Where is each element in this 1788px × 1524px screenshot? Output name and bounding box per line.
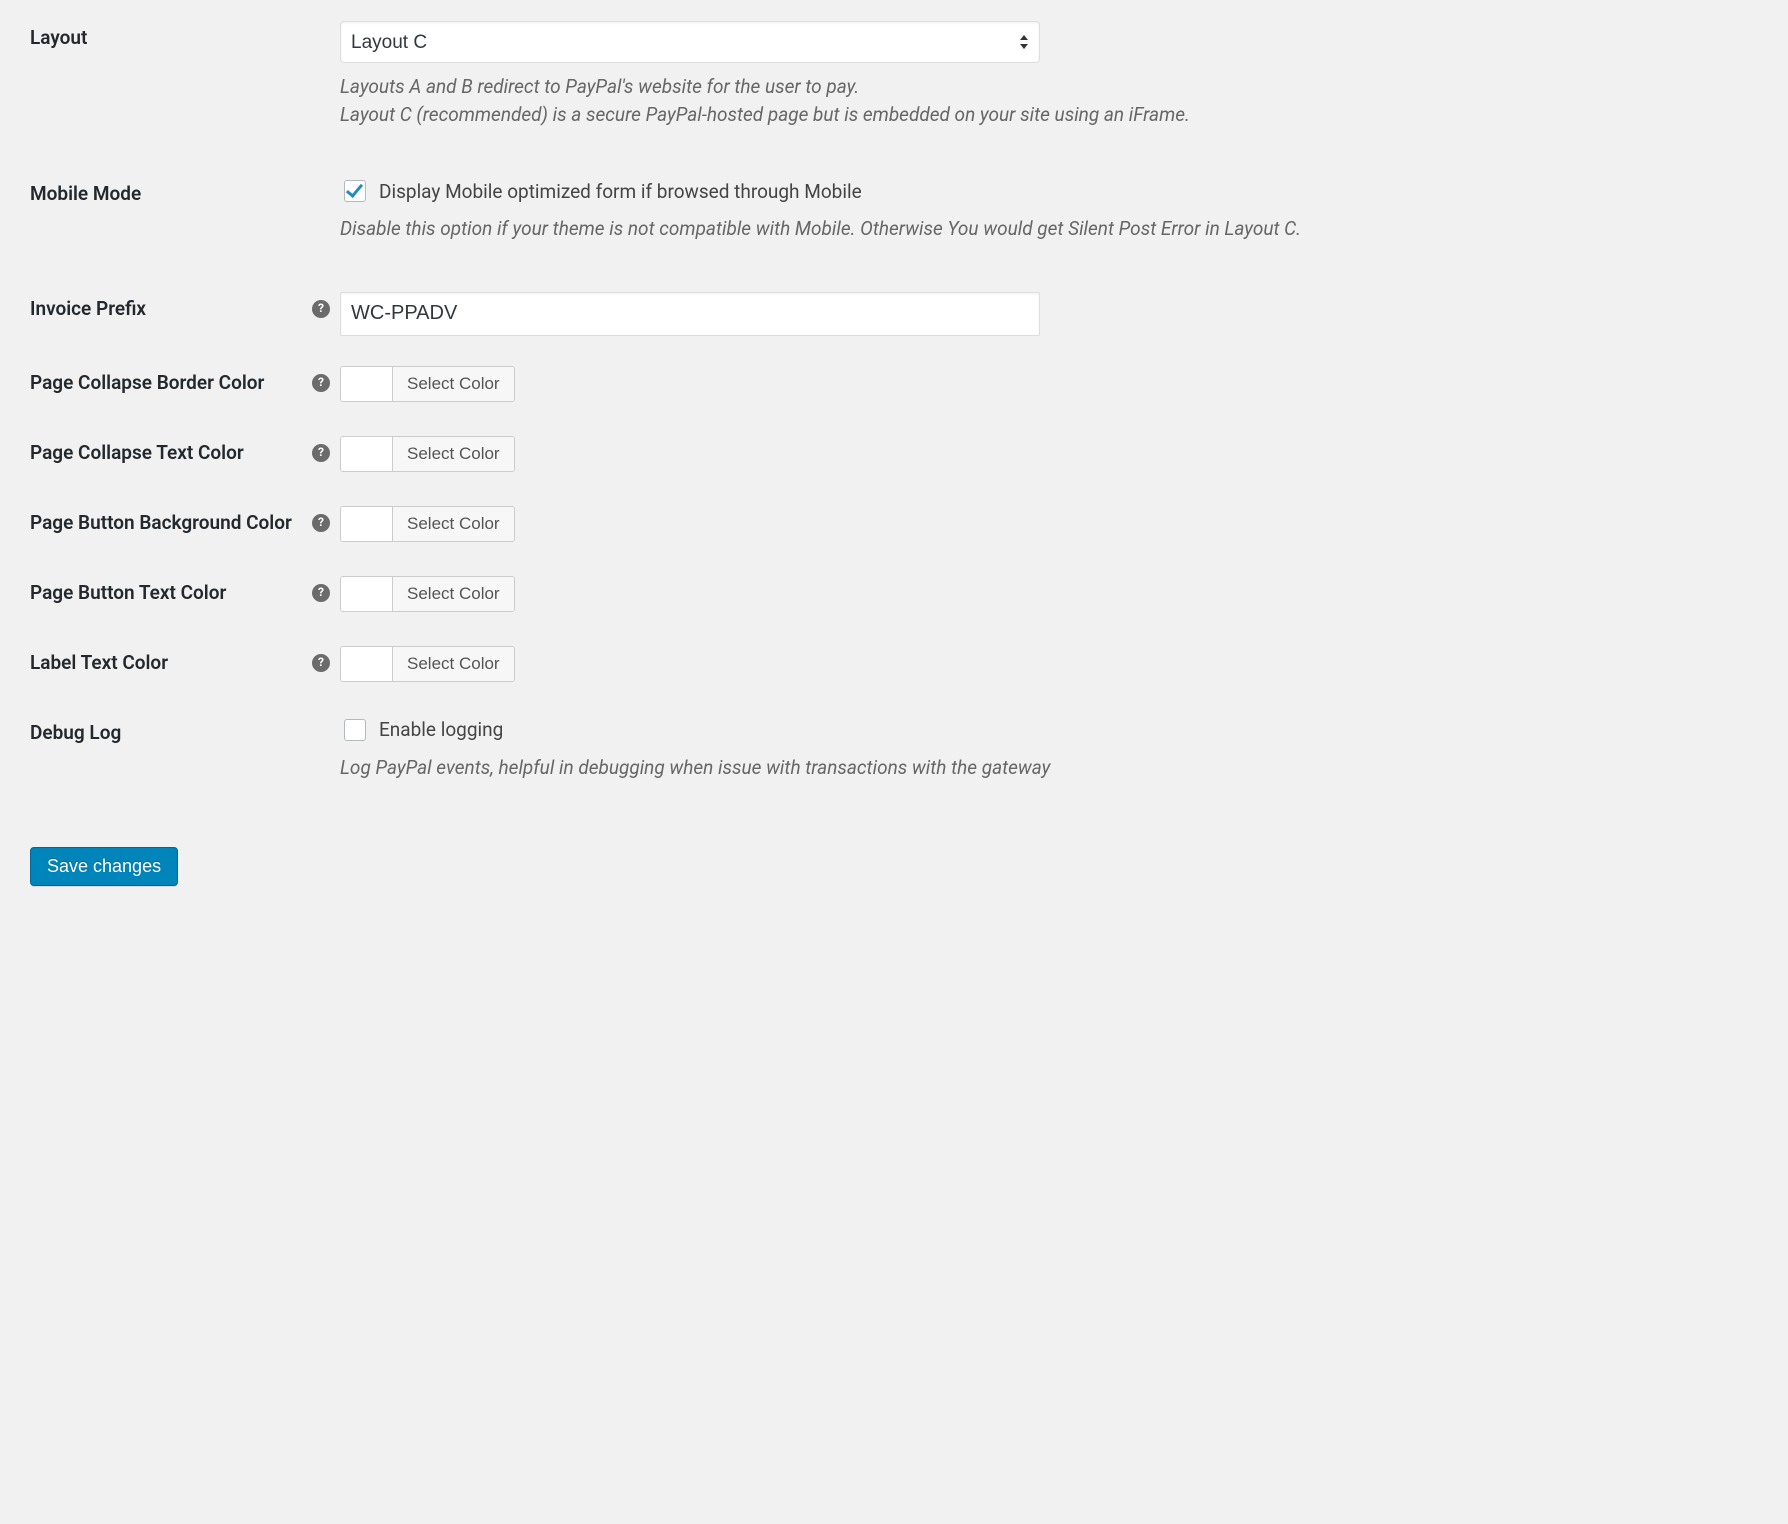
color-swatch[interactable]	[341, 507, 393, 541]
color-picker[interactable]: Select Color	[340, 366, 515, 402]
help-icon[interactable]: ?	[312, 300, 330, 318]
help-icon[interactable]: ?	[312, 374, 330, 392]
invoice-prefix-label: Invoice Prefix	[30, 297, 304, 322]
select-color-button[interactable]: Select Color	[393, 647, 514, 681]
layout-select[interactable]: Layout C	[340, 21, 1040, 63]
help-icon[interactable]: ?	[312, 584, 330, 602]
invoice-prefix-input[interactable]	[340, 292, 1040, 336]
mobile-mode-checkbox-label: Display Mobile optimized form if browsed…	[379, 180, 862, 203]
page-collapse-text-color-label: Page Collapse Text Color	[30, 441, 304, 466]
label-text-color-label: Label Text Color	[30, 651, 304, 676]
settings-form: Layout Layout C Layouts A and B redirect…	[0, 0, 1788, 926]
mobile-mode-description: Disable this option if your theme is not…	[340, 215, 1440, 243]
row-debug-log: Debug Log Enable logging Log PayPal even…	[30, 701, 1758, 816]
color-picker[interactable]: Select Color	[340, 506, 515, 542]
row-page-button-text-color: Page Button Text Color ? Select Color	[30, 561, 1758, 631]
help-icon[interactable]: ?	[312, 444, 330, 462]
color-swatch[interactable]	[341, 577, 393, 611]
color-swatch[interactable]	[341, 437, 393, 471]
debug-log-checkbox-label: Enable logging	[379, 718, 503, 741]
debug-log-label: Debug Log	[30, 721, 330, 746]
color-picker[interactable]: Select Color	[340, 646, 515, 682]
select-color-button[interactable]: Select Color	[393, 577, 514, 611]
layout-label: Layout	[30, 26, 330, 51]
save-changes-button[interactable]: Save changes	[30, 847, 178, 886]
select-color-button[interactable]: Select Color	[393, 437, 514, 471]
layout-description: Layouts A and B redirect to PayPal's web…	[340, 73, 1440, 128]
page-button-text-color-label: Page Button Text Color	[30, 581, 304, 606]
color-picker[interactable]: Select Color	[340, 576, 515, 612]
row-label-text-color: Label Text Color ? Select Color	[30, 631, 1758, 701]
row-invoice-prefix: Invoice Prefix ?	[30, 277, 1758, 351]
row-mobile-mode: Mobile Mode Display Mobile optimized for…	[30, 162, 1758, 277]
select-color-button[interactable]: Select Color	[393, 367, 514, 401]
color-picker[interactable]: Select Color	[340, 436, 515, 472]
debug-log-checkbox[interactable]	[344, 719, 366, 741]
mobile-mode-checkbox[interactable]	[344, 180, 366, 202]
row-page-button-bg-color: Page Button Background Color ? Select Co…	[30, 491, 1758, 561]
color-swatch[interactable]	[341, 647, 393, 681]
debug-log-description: Log PayPal events, helpful in debugging …	[340, 754, 1440, 782]
row-page-collapse-border-color: Page Collapse Border Color ? Select Colo…	[30, 351, 1758, 421]
color-swatch[interactable]	[341, 367, 393, 401]
page-collapse-border-color-label: Page Collapse Border Color	[30, 371, 304, 396]
row-layout: Layout Layout C Layouts A and B redirect…	[30, 6, 1758, 162]
row-page-collapse-text-color: Page Collapse Text Color ? Select Color	[30, 421, 1758, 491]
page-button-bg-color-label: Page Button Background Color	[30, 511, 304, 536]
help-icon[interactable]: ?	[312, 654, 330, 672]
help-icon[interactable]: ?	[312, 514, 330, 532]
select-color-button[interactable]: Select Color	[393, 507, 514, 541]
mobile-mode-label: Mobile Mode	[30, 182, 330, 207]
